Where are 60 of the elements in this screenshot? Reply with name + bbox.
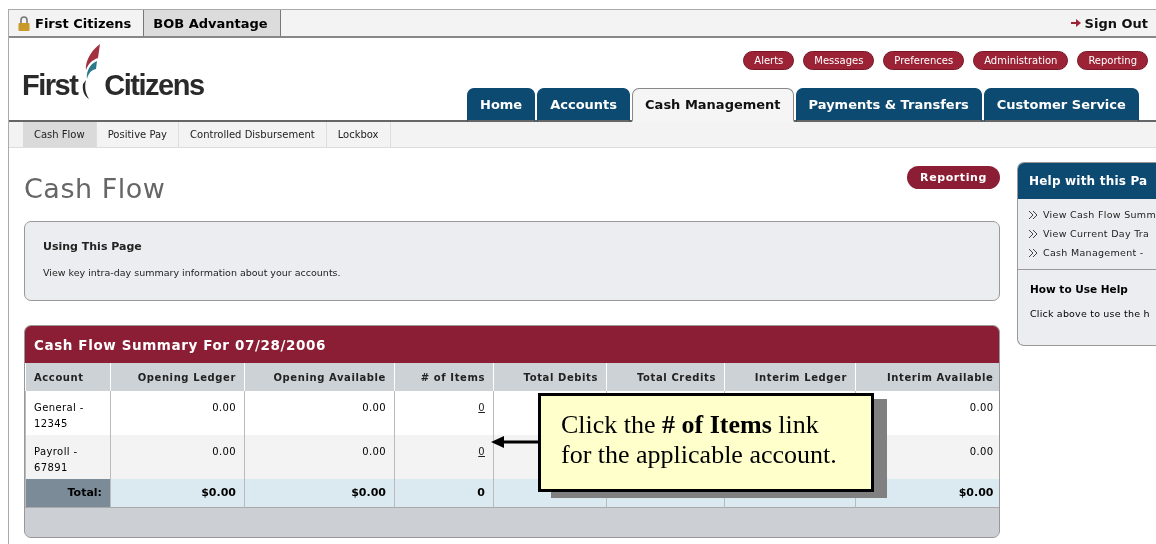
sub-nav-tab[interactable]: Cash Flow — [23, 122, 97, 147]
column-header: Total Debits — [493, 363, 607, 391]
double-chevron-icon — [1029, 248, 1038, 257]
utility-button[interactable]: Reporting — [1077, 51, 1148, 70]
utility-button[interactable]: Messages — [803, 51, 875, 70]
info-text: View key intra-day summary information about your accounts. — [43, 267, 342, 278]
sub-nav-tab[interactable]: Lockbox — [326, 122, 391, 147]
nav-tab[interactable]: Accounts — [537, 88, 631, 122]
column-header: Opening Available — [244, 363, 395, 391]
nav-tab[interactable]: Payments & Transfers — [795, 88, 982, 122]
total-label: Total: — [25, 479, 111, 507]
total-cell: 0 — [394, 479, 494, 507]
help-link[interactable]: View Cash Flow Summ — [1029, 209, 1156, 220]
utility-button[interactable]: Preferences — [883, 51, 965, 70]
arrow-icon — [491, 435, 541, 449]
logo-text: First — [22, 71, 78, 100]
double-chevron-icon — [1029, 210, 1038, 219]
amount-text: 0.00 — [212, 402, 236, 413]
page-title: Cash Flow — [24, 173, 166, 204]
total-cell: $0.00 — [110, 479, 245, 507]
lock-icon — [18, 15, 30, 31]
tab-label: First Citizens — [35, 15, 132, 31]
amount-text: 0.00 — [362, 402, 386, 413]
account-name: General - 12345 — [34, 402, 84, 429]
items-count-link[interactable]: 0 — [478, 446, 485, 457]
column-header: Account — [25, 363, 111, 391]
site-tab[interactable]: BOB Advantage — [144, 10, 281, 36]
items-count-link[interactable]: 0 — [478, 402, 485, 413]
amount-text: 0.00 — [362, 446, 386, 457]
sign-out-link[interactable]: Sign Out — [1070, 10, 1156, 36]
panel-title: Cash Flow Summary For 07/28/2006 — [25, 326, 999, 363]
amount-text: 0.00 — [212, 446, 236, 457]
account-name: Payroll - 67891 — [34, 446, 78, 473]
logo-swoosh-icon — [80, 44, 103, 100]
column-header: Opening Ledger — [110, 363, 245, 391]
sub-nav-tab[interactable]: Controlled Disbursement — [179, 122, 327, 147]
total-cell: $0.00 — [244, 479, 395, 507]
arrow-icon — [1070, 18, 1081, 28]
tab-label: BOB Advantage — [153, 15, 268, 31]
nav-tab[interactable]: Home — [467, 88, 536, 122]
help-link[interactable]: View Current Day Tra — [1029, 228, 1156, 239]
amount-text: 0.00 — [969, 402, 994, 413]
info-title: Using This Page — [43, 240, 143, 253]
help-text: Click above to use the h — [1029, 307, 1151, 319]
utility-button[interactable]: Administration — [973, 51, 1069, 70]
column-header: Interim Available — [855, 363, 999, 391]
nav-tab[interactable]: Customer Service — [983, 88, 1139, 122]
logo-text: Citizens — [104, 71, 204, 100]
nav-tab[interactable]: Cash Management — [632, 88, 794, 122]
double-chevron-icon — [1029, 229, 1038, 238]
reporting-button[interactable]: Reporting — [907, 166, 1000, 189]
help-title: Help with this Pa — [1018, 163, 1156, 199]
sub-nav-tab[interactable]: Positive Pay — [96, 122, 180, 147]
column-header: Interim Ledger — [724, 363, 856, 391]
help-link[interactable]: Cash Management - — [1029, 247, 1156, 258]
utility-button[interactable]: Alerts — [743, 51, 795, 70]
help-subtitle: How to Use Help — [1029, 282, 1129, 295]
column-header: Total Credits — [606, 363, 725, 391]
column-header: # of Items — [394, 363, 494, 391]
amount-text: 0.00 — [969, 446, 994, 457]
